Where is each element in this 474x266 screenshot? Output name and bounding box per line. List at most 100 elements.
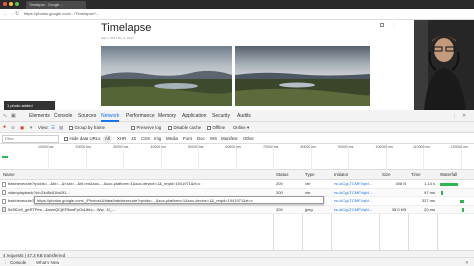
drawer-tab-console[interactable]: Console	[10, 260, 26, 265]
preserve-log-toggle[interactable]: Preserve log	[131, 122, 161, 133]
filter-type-manifest[interactable]: Manifest	[221, 133, 238, 144]
request-name: 0x3fCe0_geRTPen...&sizeQCjKF5xwFpOcUbLu.…	[8, 207, 116, 212]
close-window-icon[interactable]	[3, 2, 7, 6]
large-rows-icon[interactable]: ☰	[51, 122, 55, 133]
hide-data-urls-checkbox[interactable]	[64, 136, 68, 141]
column-size[interactable]: Size	[382, 172, 391, 177]
status-bar: 4 requests | 47.3 KB transferred	[0, 250, 474, 258]
filter-type-doc[interactable]: Doc	[197, 133, 205, 144]
filter-type-other[interactable]: Other	[243, 133, 254, 144]
minimize-window-icon[interactable]	[9, 2, 13, 6]
back-icon[interactable]: ←	[3, 10, 8, 18]
timeline-tick-label: 30000 ms	[113, 145, 129, 149]
request-type: jpeg	[305, 207, 313, 212]
column-time[interactable]: Time	[411, 172, 421, 177]
column-status[interactable]: Status	[276, 172, 288, 177]
request-time: 97 ms	[424, 190, 435, 195]
forward-icon[interactable]: →	[9, 10, 14, 18]
throttle-select[interactable]: Online ▾	[233, 122, 249, 133]
landscape-photo-right[interactable]	[235, 46, 370, 106]
waterfall-bar	[440, 182, 458, 186]
devtools-tabbar: ⬁ ▣ Elements Console Sources Network Per…	[0, 110, 474, 122]
requests-summary: 4 requests | 47.3 KB transferred	[3, 252, 66, 258]
column-waterfall[interactable]: Waterfall	[440, 172, 457, 177]
group-by-frame-toggle[interactable]: Group by frame	[69, 122, 105, 133]
drawer-tabbar: ⋮ Console What's New ✕	[0, 258, 474, 266]
filter-input[interactable]	[2, 134, 59, 143]
network-overview[interactable]: 10000 ms 20000 ms 30000 ms 40000 ms 50000 ms…	[0, 144, 474, 170]
close-drawer-icon[interactable]: ✕	[465, 260, 469, 266]
filter-type-all[interactable]: All	[103, 134, 112, 143]
filter-type-media[interactable]: Media	[166, 133, 178, 144]
preserve-log-checkbox[interactable]	[131, 125, 135, 130]
filter-type-css[interactable]: CSS	[141, 133, 150, 144]
record-icon[interactable]: ●	[3, 122, 6, 133]
hide-data-urls-label: Hide data URLs	[69, 136, 101, 141]
browser-tab[interactable]: Timelapse - Google ...	[26, 1, 86, 9]
table-row[interactable]: 0x3fCe0_geRTPen...&sizeQCjKF5xwFpOcUbLu.…	[0, 205, 474, 214]
reload-icon[interactable]: ↻	[15, 10, 19, 18]
filter-type-img[interactable]: Img	[154, 133, 161, 144]
request-initiator[interactable]: rs=ACgLTCMFVqfd...	[334, 182, 378, 187]
disable-cache-checkbox[interactable]	[168, 125, 172, 130]
timeline-tick-label: 40000 ms	[150, 145, 166, 149]
request-initiator[interactable]: rs=ACgLTCMFVqfd...	[334, 208, 378, 213]
request-initiator[interactable]: rs=ACgLTCMFVqfd...	[334, 191, 378, 196]
column-initiator[interactable]: Initiator	[334, 172, 348, 177]
network-toolbar: ● ⊘ ▣ ▼ View: ☰ ▧ Group by frame Preserv…	[0, 122, 474, 133]
more-icon[interactable]: ⋮	[392, 23, 396, 27]
column-name[interactable]: Name	[3, 172, 15, 177]
request-name: batchexecute?rpcids=...&bl=...&f.sid=...…	[8, 182, 201, 186]
browser-titlebar: Timelapse - Google ...	[0, 0, 474, 9]
tab-performance[interactable]: Performance	[126, 110, 155, 122]
url-text[interactable]: https://photos.google.com/.../Timelapse?…	[24, 10, 99, 18]
capture-screenshots-icon[interactable]: ▣	[20, 122, 24, 133]
overview-icon[interactable]: ▧	[59, 122, 63, 133]
page-date: Sep 1, 2017 No. 1, 2017	[101, 36, 134, 40]
tab-network[interactable]: Network	[101, 110, 120, 122]
disable-cache-toggle[interactable]: Disable cache	[168, 122, 201, 133]
hide-data-urls-toggle[interactable]: Hide data URLs	[64, 133, 101, 144]
device-toolbar-icon[interactable]: ▣	[11, 110, 16, 122]
column-type[interactable]: Type	[305, 172, 315, 177]
request-initiator[interactable]: rs=ACgLTCMFVqfd...	[334, 199, 378, 204]
preserve-log-label: Preserve log	[136, 125, 162, 130]
filter-icon[interactable]: ▼	[29, 122, 33, 133]
filter-type-js[interactable]: JS	[131, 133, 136, 144]
tab-security[interactable]: Security	[212, 110, 230, 122]
waterfall-bar	[462, 208, 464, 212]
timeline-tick-label: 50000 ms	[188, 145, 204, 149]
timeline-tick-label: 10000 ms	[38, 145, 54, 149]
table-row[interactable]: batchexecute?rpcids=...&bl=...&f.sid=...…	[0, 180, 474, 189]
address-bar[interactable]: ← → ↻ https://photos.google.com/.../Time…	[0, 9, 474, 20]
expand-icon[interactable]	[380, 23, 384, 27]
offline-toggle[interactable]: Offline	[207, 122, 225, 133]
drawer-tab-whats-new[interactable]: What's New	[34, 259, 62, 265]
landscape-photo-left[interactable]	[101, 46, 232, 106]
devtools-menu-icon[interactable]: ⋮	[452, 110, 457, 122]
filter-type-font[interactable]: Font	[183, 133, 192, 144]
timeline-tick-label: 110000 ms	[413, 145, 431, 149]
tab-application[interactable]: Application	[182, 110, 206, 122]
tab-audits[interactable]: Audits	[237, 110, 251, 122]
clear-icon[interactable]: ⊘	[11, 122, 15, 133]
filter-type-ws[interactable]: WS	[210, 133, 217, 144]
close-devtools-icon[interactable]: ✕	[462, 110, 466, 122]
group-by-frame-checkbox[interactable]	[69, 125, 73, 130]
tab-console[interactable]: Console	[54, 110, 72, 122]
inspect-element-icon[interactable]: ⬁	[3, 110, 7, 122]
waterfall-bar	[441, 191, 443, 195]
tab-sources[interactable]: Sources	[78, 110, 96, 122]
maximize-window-icon[interactable]	[15, 2, 19, 6]
notification-toast: 1 photo added	[4, 101, 55, 110]
drawer-menu-icon[interactable]: ⋮	[3, 260, 7, 266]
tab-elements[interactable]: Elements	[29, 110, 50, 122]
requests-table-header: Name Status Type Initiator Size Time Wat…	[0, 170, 474, 180]
xhr-file-icon	[2, 181, 6, 187]
tab-memory[interactable]: Memory	[158, 110, 176, 122]
request-time: 20 ms	[424, 207, 435, 212]
offline-checkbox[interactable]	[207, 125, 211, 130]
request-status: 200	[276, 207, 283, 212]
filter-type-xhr[interactable]: XHR	[117, 133, 126, 144]
timeline-tick-label: 90000 ms	[338, 145, 354, 149]
